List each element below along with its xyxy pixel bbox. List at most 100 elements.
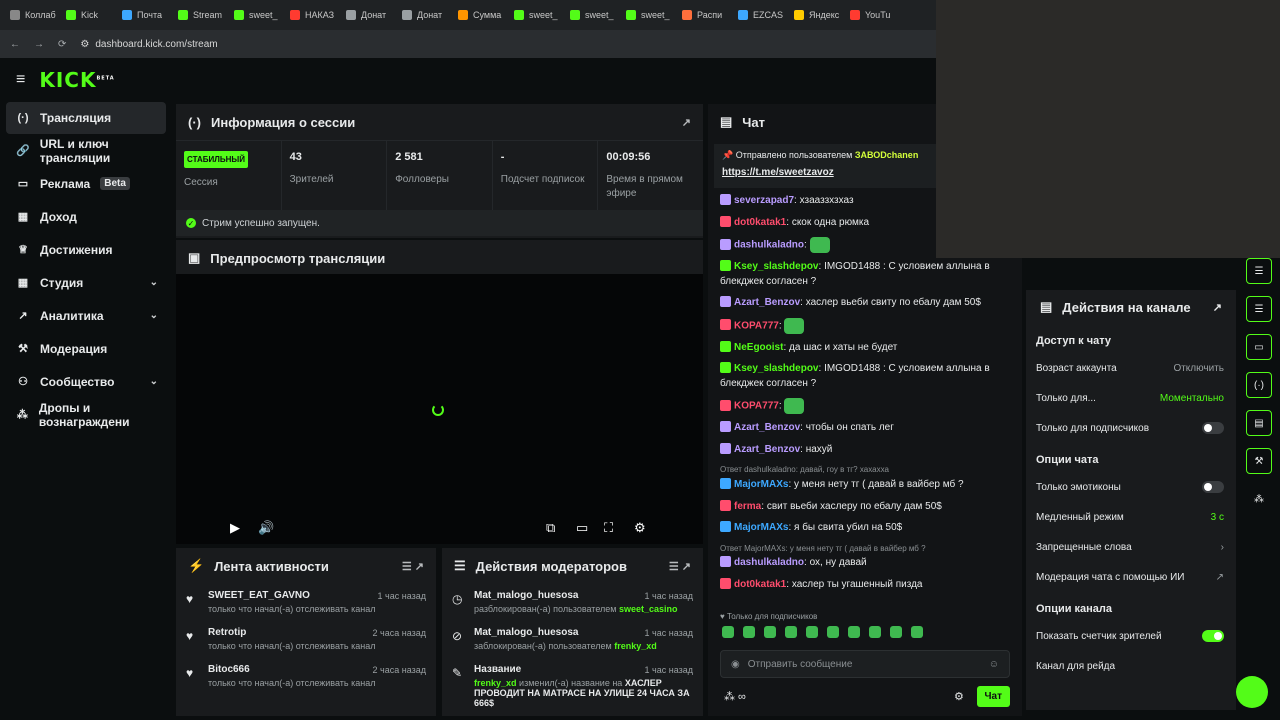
emote-icon[interactable] [848,626,860,638]
chat-username[interactable]: Azart_Benzov [734,444,800,455]
site-info-icon[interactable]: ⚙ [80,39,89,50]
emote-icon[interactable] [806,626,818,638]
subs-only-option[interactable]: Только для подписчиков [1026,413,1236,443]
emoji-icon[interactable]: ☺ [989,659,999,670]
chat-username[interactable]: severzapad7 [734,195,794,206]
chat-username[interactable]: Azart_Benzov [734,297,800,308]
emote-icon[interactable] [827,626,839,638]
panel-icon[interactable]: ▤ [1246,410,1272,436]
chevron-down-icon[interactable]: ⌄ [150,376,158,387]
fullscreen-icon[interactable]: ⛶ [604,520,613,536]
chat-username[interactable]: ferma [734,501,761,512]
slow-mode-option[interactable]: Медленный режим 3 с [1026,502,1236,532]
sidebar-item[interactable]: ↗ Аналитика ⌄ [0,299,172,332]
emote-icon[interactable] [785,626,797,638]
theater-icon[interactable]: ▭ [576,520,588,536]
pinned-user[interactable]: ЗАВОDchanen [855,150,918,160]
list-icon[interactable]: ☰ [1246,296,1272,322]
reload-icon[interactable]: ⟳ [58,39,66,50]
chat-username[interactable]: KOPA777 [734,401,779,412]
browser-tab[interactable]: Яндекс [790,3,844,27]
show-viewers-toggle[interactable] [1202,630,1224,642]
chat-send-button[interactable]: Чат [976,686,1010,707]
wrench-icon[interactable]: ⚒ [1246,448,1272,474]
raid-option[interactable]: Канал для рейда [1026,651,1236,681]
sidebar-item[interactable]: 🔗 URL и ключ трансляции [0,134,172,167]
chat-icon[interactable]: ▭ [1246,334,1272,360]
chat-username[interactable]: dot0katak1 [734,217,786,228]
browser-tab[interactable]: Коллаб [6,3,60,27]
popout-icon[interactable]: ↗ [1213,301,1222,314]
browser-tab[interactable]: YouTu [846,3,900,27]
filter-icon[interactable]: ☰ ↗ [669,560,691,573]
emote-icon[interactable] [869,626,881,638]
emote-icon[interactable] [911,626,923,638]
kick-points-icon[interactable]: ⁂ ∞ [724,690,746,703]
broadcast-icon[interactable]: (·) [1246,372,1272,398]
chat-username[interactable]: dashulkaladno [734,240,804,251]
pip-icon[interactable]: ⧉ [546,520,555,536]
chat-username[interactable]: Ksey_slashdepov [734,363,819,374]
kick-logo[interactable]: KICKBETA [39,68,114,92]
sidebar-item[interactable]: ⚇ Сообщество ⌄ [0,365,172,398]
volume-icon[interactable]: 🔊 [258,520,274,536]
emote-icon[interactable] [890,626,902,638]
list-icon[interactable]: ☰ [1246,258,1272,284]
back-icon[interactable]: ← [10,39,20,50]
menu-icon[interactable]: ≡ [16,71,25,89]
ai-mod-option[interactable]: Модерация чата с помощью ИИ ↗ [1026,562,1236,592]
chat-username[interactable]: MajorMAXs [734,479,788,490]
sidebar-item[interactable]: (·) Трансляция [6,102,166,134]
popout-icon[interactable]: ↗ [682,116,691,129]
url-field[interactable]: ⚙ dashboard.kick.com/stream [80,39,217,50]
sidebar-item[interactable]: ⁂ Дропы и вознаграждени [0,398,172,431]
play-icon[interactable]: ▶ [230,520,240,536]
emotes-only-toggle[interactable] [1202,481,1224,493]
sidebar-item[interactable]: ⚒ Модерация [0,332,172,365]
help-button[interactable] [1236,676,1268,708]
show-viewers-option[interactable]: Показать счетчик зрителей [1026,621,1236,651]
browser-tab[interactable]: Почта [118,3,172,27]
only-for-option[interactable]: Только для... Моментально [1026,383,1236,413]
sidebar-item[interactable]: ▦ Доход [0,200,172,233]
chevron-down-icon[interactable]: ⌄ [150,277,158,288]
mod-user[interactable]: sweet_casino [619,604,678,614]
browser-tab[interactable]: Распи [678,3,732,27]
sidebar-item[interactable]: ▭ Реклама Beta [0,167,172,200]
chat-username[interactable]: NeEgooist [734,342,783,353]
mod-user[interactable]: frenky_xd [614,641,657,651]
chat-username[interactable]: Ksey_slashdepov [734,261,819,272]
drops-icon[interactable]: ⁂ [1246,486,1272,512]
sidebar-item[interactable]: ▦ Студия ⌄ [0,266,172,299]
chat-settings-icon[interactable]: ⚙ [954,690,964,703]
browser-tab[interactable]: sweet_ [510,3,564,27]
chat-username[interactable]: dot0katak1 [734,579,786,590]
chat-username[interactable]: Azart_Benzov [734,422,800,433]
browser-tab[interactable]: sweet_ [566,3,620,27]
chat-username[interactable]: dashulkaladno [734,557,804,568]
emote-icon[interactable] [722,626,734,638]
browser-tab[interactable]: sweet_ [230,3,284,27]
chevron-down-icon[interactable]: ⌄ [150,310,158,321]
forward-icon[interactable]: → [34,39,44,50]
sidebar-item[interactable]: ♕ Достижения [0,233,172,266]
browser-tab[interactable]: Донат [342,3,396,27]
browser-tab[interactable]: Kick [62,3,116,27]
video-player[interactable]: ▶ 🔊 ⧉ ▭ ⛶ ⚙ [176,274,703,544]
browser-tab[interactable]: Сумма [454,3,508,27]
chat-input[interactable]: ◉ Отправить сообщение ☺ [720,650,1010,678]
filter-icon[interactable]: ☰ ↗ [402,560,424,573]
browser-tab[interactable]: sweet_ [622,3,676,27]
settings-icon[interactable]: ⚙ [634,520,646,536]
emotes-only-option[interactable]: Только эмотиконы [1026,472,1236,502]
chat-username[interactable]: KOPA777 [734,320,779,331]
emote-icon[interactable] [764,626,776,638]
emote-row[interactable] [722,626,923,638]
mod-user[interactable]: frenky_xd [474,678,517,688]
chat-username[interactable]: MajorMAXs [734,522,788,533]
banned-words-option[interactable]: Запрещенные слова › [1026,532,1236,562]
subs-only-toggle[interactable] [1202,422,1224,434]
browser-tab[interactable]: Stream [174,3,228,27]
emote-icon[interactable] [743,626,755,638]
account-age-option[interactable]: Возраст аккаунта Отключить [1026,353,1236,383]
